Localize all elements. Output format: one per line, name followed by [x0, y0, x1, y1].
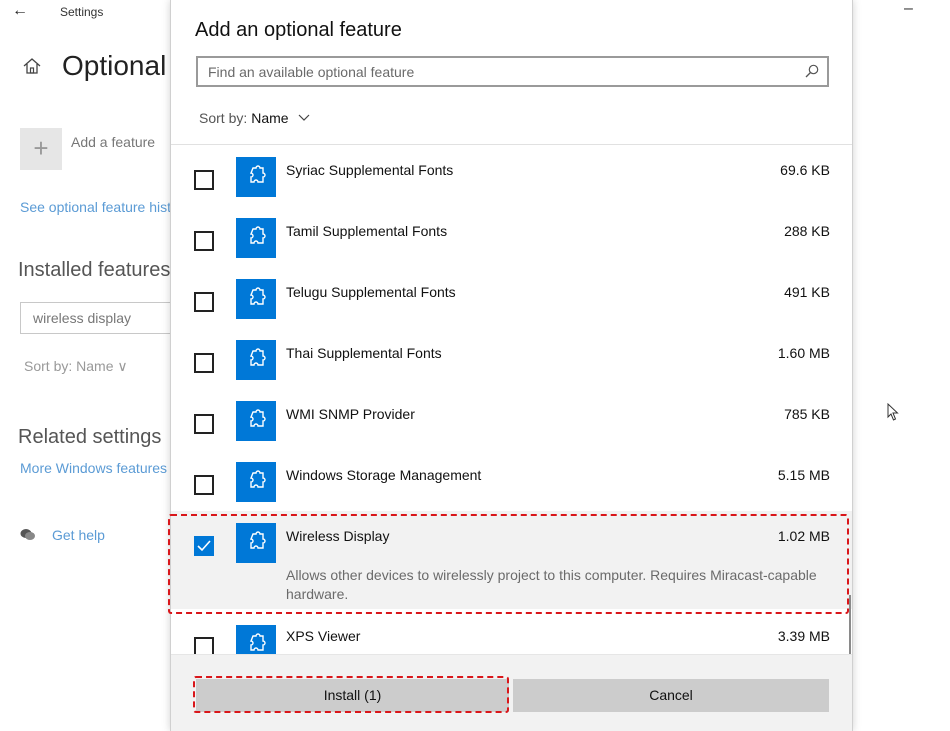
feature-name: Thai Supplemental Fonts	[286, 345, 442, 361]
feature-checkbox[interactable]	[194, 170, 214, 190]
puzzle-piece-icon	[236, 523, 276, 563]
installed-search-field[interactable]: wireless display	[20, 302, 180, 334]
window-title: Settings	[60, 5, 104, 19]
feature-name: Telugu Supplemental Fonts	[286, 284, 456, 300]
add-feature-label[interactable]: Add a feature	[71, 134, 155, 150]
dialog-title: Add an optional feature	[195, 19, 402, 41]
list-item[interactable]: Thai Supplemental Fonts 1.60 MB	[171, 328, 852, 389]
back-arrow-icon[interactable]: ←	[12, 2, 28, 20]
puzzle-piece-icon	[236, 279, 276, 319]
add-optional-feature-dialog: Add an optional feature Sort by: Name Sy…	[170, 0, 853, 731]
dialog-footer: Install (1) Cancel	[171, 654, 852, 731]
puzzle-piece-icon	[236, 462, 276, 502]
feature-size: 3.39 MB	[777, 628, 830, 644]
feature-history-link[interactable]: See optional feature history	[20, 199, 190, 215]
sort-dropdown[interactable]: Sort by: Name	[199, 110, 310, 126]
home-icon[interactable]	[22, 56, 42, 76]
list-scrollbar[interactable]	[849, 595, 851, 654]
installed-sort-label: Sort by: Name	[24, 358, 114, 374]
puzzle-piece-icon	[236, 340, 276, 380]
get-help-link[interactable]: Get help	[52, 527, 105, 543]
feature-size: 1.60 MB	[777, 345, 830, 361]
feature-search-input[interactable]	[208, 58, 788, 85]
add-feature-button[interactable]: +	[20, 128, 62, 170]
feature-name: Tamil Supplemental Fonts	[286, 223, 448, 239]
feature-size: 785 KB	[784, 406, 830, 422]
feature-checkbox[interactable]	[194, 637, 214, 654]
feature-search-box[interactable]	[196, 56, 829, 87]
feature-size: 491 KB	[784, 284, 830, 300]
list-item[interactable]: Tamil Supplemental Fonts 288 KB	[171, 206, 852, 267]
feature-name: XPS Viewer	[286, 628, 361, 644]
puzzle-piece-icon	[236, 401, 276, 441]
feature-size: 1.02 MB	[777, 528, 830, 544]
related-settings-heading: Related settings	[18, 426, 162, 448]
feature-size: 5.15 MB	[777, 467, 830, 483]
list-item[interactable]: Telugu Supplemental Fonts 491 KB	[171, 267, 852, 328]
chevron-down-icon	[298, 114, 310, 121]
minimize-icon[interactable]: –	[904, 0, 913, 18]
mouse-cursor-icon	[887, 403, 899, 421]
installed-sort-dropdown[interactable]: Sort by: Name ∨	[24, 358, 128, 375]
feature-description: Allows other devices to wirelessly proje…	[286, 567, 817, 602]
sort-value: Name	[251, 110, 289, 126]
installed-features-heading: Installed features	[18, 259, 171, 281]
cancel-button[interactable]: Cancel	[513, 679, 829, 712]
list-item-selected[interactable]: Wireless Display 1.02 MB Allows other de…	[171, 511, 852, 609]
more-windows-features-link[interactable]: More Windows features	[20, 460, 167, 476]
feature-checkbox-checked[interactable]	[194, 536, 214, 556]
feature-name: Syriac Supplemental Fonts	[286, 162, 454, 178]
puzzle-piece-icon	[236, 625, 276, 654]
list-item[interactable]: Windows Storage Management 5.15 MB	[171, 450, 852, 511]
help-chat-icon	[20, 529, 35, 540]
feature-checkbox[interactable]	[194, 292, 214, 312]
list-item[interactable]: WMI SNMP Provider 785 KB	[171, 389, 852, 450]
plus-icon: +	[33, 133, 49, 163]
feature-checkbox[interactable]	[194, 353, 214, 373]
feature-list[interactable]: Syriac Supplemental Fonts 69.6 KB Tamil …	[171, 144, 852, 654]
feature-name: WMI SNMP Provider	[286, 406, 415, 422]
feature-name: Windows Storage Management	[286, 467, 482, 483]
list-item[interactable]: XPS Viewer 3.39 MB	[171, 611, 852, 654]
feature-name: Wireless Display	[286, 528, 390, 544]
puzzle-piece-icon	[236, 218, 276, 258]
feature-checkbox[interactable]	[194, 414, 214, 434]
list-item[interactable]: Syriac Supplemental Fonts 69.6 KB	[171, 145, 852, 206]
puzzle-piece-icon	[236, 157, 276, 197]
feature-checkbox[interactable]	[194, 231, 214, 251]
checkmark-icon	[197, 540, 211, 552]
feature-size: 69.6 KB	[780, 162, 830, 178]
search-icon[interactable]	[805, 64, 819, 78]
feature-size: 288 KB	[784, 223, 830, 239]
sort-label: Sort by:	[199, 110, 248, 126]
install-button[interactable]: Install (1)	[196, 679, 509, 712]
feature-checkbox[interactable]	[194, 475, 214, 495]
